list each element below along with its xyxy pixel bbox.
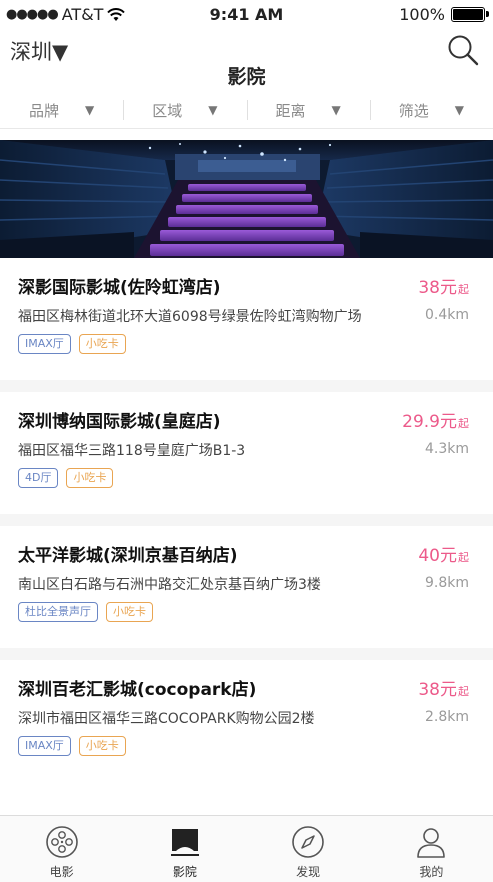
hall-tag: 4D厅 [18,468,59,488]
hall-tag: IMAX厅 [18,334,71,354]
cinema-tags: 4D厅 小吃卡 [18,468,114,488]
cinema-price: 40元起 [418,541,469,566]
tab-label: 我的 [419,865,444,879]
cinema-distance: 9.8km [424,575,469,591]
cinema-tags: 杜比全景声厅 小吃卡 [18,602,153,622]
cinema-price: 29.9元起 [402,407,469,432]
banner-image[interactable] [0,140,493,258]
tab-label: 发现 [296,865,321,879]
tab-discover[interactable]: 发现 [247,816,370,882]
cinema-card[interactable]: 深圳博纳国际影城(皇庭店) 29.9元起 福田区福华三路118号皇庭广场B1-3… [0,392,493,526]
cinema-address: 福田区梅林街道北环大道6098号绿景佐阾虹湾购物广场 [18,309,362,325]
film-reel-icon [45,826,78,858]
price-value: 38元 [418,278,457,298]
cinema-name: 深影国际影城(佐阾虹湾店) [18,278,221,298]
battery-percent: 100% [399,5,445,24]
snack-card-tag: 小吃卡 [78,736,126,756]
cinema-distance: 0.4km [424,307,469,323]
price-suffix: 起 [458,551,469,564]
filter-label: 品牌 [29,101,60,120]
tab-label: 影院 [172,865,197,879]
triangle-down-icon: ▼ [85,103,95,117]
filter-distance[interactable]: 距离 ▼ [246,92,370,128]
tab-label: 电影 [49,865,74,879]
cinema-tags: IMAX厅 小吃卡 [18,334,126,354]
cinema-distance: 4.3km [424,441,469,457]
filter-area[interactable]: 区域 ▼ [123,92,246,128]
triangle-down-icon: ▼ [454,103,464,117]
filter-label: 筛选 [398,101,429,120]
cinema-card[interactable]: 深影国际影城(佐阾虹湾店) 38元起 福田区梅林街道北环大道6098号绿景佐阾虹… [0,258,493,392]
cinema-price: 38元起 [418,273,469,298]
price-suffix: 起 [458,685,469,698]
cinema-name: 深圳博纳国际影城(皇庭店) [18,412,221,432]
price-value: 29.9元 [402,412,457,432]
battery-group: 100% [399,5,489,24]
filter-bar: 品牌 ▼ 区域 ▼ 距离 ▼ 筛选 ▼ [0,92,493,129]
filter-more[interactable]: 筛选 ▼ [369,92,493,128]
page-title: 影院 [227,66,266,88]
tab-cinemas[interactable]: 影院 [123,816,246,882]
cinema-address: 福田区福华三路118号皇庭广场B1-3 [18,443,246,459]
cinema-distance: 2.8km [424,709,469,725]
status-bar: ●●●●● AT&T 9:41 AM 100% [0,0,493,30]
cinema-tags: IMAX厅 小吃卡 [18,736,126,756]
snack-card-tag: 小吃卡 [78,334,126,354]
triangle-down-icon: ▼ [331,103,341,117]
filter-label: 距离 [275,101,306,120]
triangle-down-icon: ▼ [208,103,218,117]
header: 深圳▼ 影院 [0,30,493,90]
cinema-address: 南山区白石路与石洲中路交汇处京基百纳广场3楼 [18,577,321,593]
cinema-list: 深影国际影城(佐阾虹湾店) 38元起 福田区梅林街道北环大道6098号绿景佐阾虹… [0,258,493,782]
filter-brand[interactable]: 品牌 ▼ [0,92,123,128]
cinema-price: 38元起 [418,675,469,700]
snack-card-tag: 小吃卡 [66,468,114,488]
cinema-name: 太平洋影城(深圳京基百纳店) [18,546,238,566]
cinema-hall-illustration [0,140,493,258]
compass-icon [292,826,324,858]
snack-card-tag: 小吃卡 [106,602,153,622]
cinema-name: 深圳百老汇影城(cocopark店) [18,680,257,700]
cinema-screen-icon [170,829,199,856]
hall-tag: IMAX厅 [18,736,71,756]
filter-label: 区域 [152,101,183,120]
tab-bar: 电影 影院 发现 我的 [0,815,493,882]
price-suffix: 起 [458,283,469,296]
cinema-address: 深圳市福田区福华三路COCOPARK购物公园2楼 [18,711,315,727]
price-suffix: 起 [458,417,469,430]
hall-tag: 杜比全景声厅 [18,602,98,622]
tab-movies[interactable]: 电影 [0,816,123,882]
cinema-card[interactable]: 太平洋影城(深圳京基百纳店) 40元起 南山区白石路与石洲中路交汇处京基百纳广场… [0,526,493,660]
user-icon [417,828,446,858]
price-value: 38元 [418,680,457,700]
battery-icon [451,7,489,22]
price-value: 40元 [418,546,457,566]
cinema-card[interactable]: 深圳百老汇影城(cocopark店) 38元起 深圳市福田区福华三路COCOPA… [0,660,493,782]
tab-profile[interactable]: 我的 [370,816,493,882]
